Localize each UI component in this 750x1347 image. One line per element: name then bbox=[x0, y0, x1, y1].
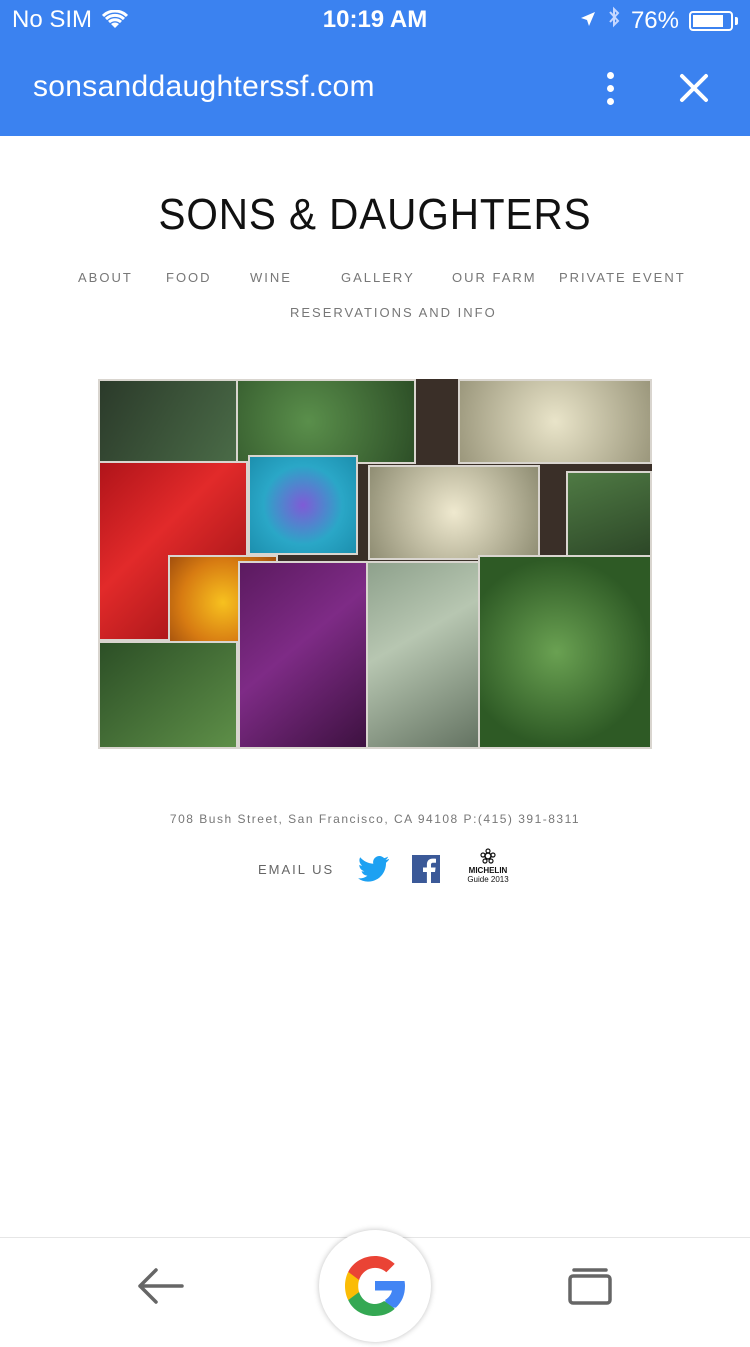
google-button[interactable] bbox=[319, 1230, 431, 1342]
hero-box bbox=[366, 561, 486, 749]
hero-box bbox=[98, 379, 238, 464]
address-text: 708 Bush Street, San Francisco, CA 94108… bbox=[169, 812, 581, 826]
more-vert-icon[interactable] bbox=[600, 72, 620, 108]
nav-reservations[interactable]: RESERVATIONS AND INFO bbox=[290, 305, 497, 320]
location-arrow-icon bbox=[579, 7, 597, 35]
hero-box bbox=[458, 379, 652, 464]
close-icon[interactable] bbox=[678, 72, 710, 104]
michelin-star-icon bbox=[480, 848, 496, 864]
nav-wine[interactable]: WINE bbox=[250, 270, 292, 285]
michelin-badge: MICHELIN Guide 2013 bbox=[465, 848, 511, 884]
nav-private-event[interactable]: PRIVATE EVENT bbox=[559, 270, 686, 285]
michelin-label: MICHELIN bbox=[468, 866, 508, 875]
nav-about[interactable]: ABOUT bbox=[78, 270, 133, 285]
hero-box bbox=[368, 465, 540, 560]
site-logo[interactable]: SONS & DAUGHTERS bbox=[30, 190, 720, 240]
hero-box bbox=[566, 471, 652, 561]
battery-percentage: 76% bbox=[630, 6, 679, 34]
nav-our-farm[interactable]: OUR FARM bbox=[452, 270, 537, 285]
battery-icon bbox=[689, 10, 733, 31]
hero-box bbox=[238, 561, 370, 749]
status-right: 76% bbox=[579, 6, 738, 35]
hero-box bbox=[236, 379, 416, 464]
hero-box bbox=[478, 555, 652, 749]
status-bar: No SIM 10:19 AM 76% bbox=[0, 0, 750, 40]
back-arrow-icon[interactable] bbox=[136, 1266, 186, 1306]
nav-food[interactable]: FOOD bbox=[166, 270, 212, 285]
battery-nub bbox=[735, 16, 738, 25]
facebook-icon[interactable] bbox=[412, 855, 440, 883]
bluetooth-icon bbox=[607, 6, 621, 35]
produce-hero-image bbox=[98, 379, 652, 749]
hero-box bbox=[98, 641, 238, 749]
hero-box bbox=[248, 455, 358, 555]
battery-fill bbox=[693, 14, 723, 27]
tabs-icon[interactable] bbox=[568, 1267, 612, 1305]
browser-header: No SIM 10:19 AM 76% sonsanddaughterssf.c… bbox=[0, 0, 750, 136]
nav-gallery[interactable]: GALLERY bbox=[341, 270, 415, 285]
url-text[interactable]: sonsanddaughterssf.com bbox=[33, 70, 375, 104]
twitter-icon[interactable] bbox=[358, 855, 390, 888]
email-us-link[interactable]: EMAIL US bbox=[258, 862, 334, 877]
google-icon bbox=[345, 1256, 405, 1316]
url-bar: sonsanddaughterssf.com bbox=[0, 40, 750, 136]
michelin-year: Guide 2013 bbox=[467, 875, 509, 884]
